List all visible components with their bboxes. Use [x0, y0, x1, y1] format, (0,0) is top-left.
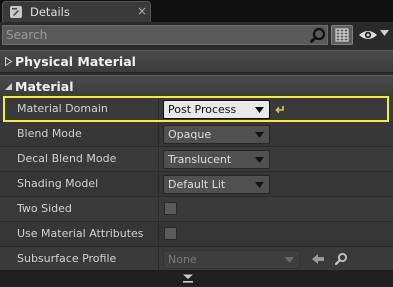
property-row-decal-blend-mode: Decal Blend Mode Translucent: [0, 147, 393, 172]
search-input[interactable]: Search: [2, 25, 328, 45]
details-icon: [10, 6, 22, 18]
combo-value: Default Lit: [168, 178, 226, 191]
chevron-down-icon: [255, 182, 264, 188]
decal-blend-mode-combo[interactable]: Translucent: [163, 150, 270, 169]
collapse-arrow-icon: [5, 83, 12, 90]
column-divider[interactable]: [158, 97, 159, 122]
subsurface-profile-picker[interactable]: None: [163, 250, 300, 269]
column-divider[interactable]: [158, 147, 159, 172]
chevron-down-icon: [255, 132, 264, 138]
column-divider[interactable]: [158, 172, 159, 197]
use-selected-arrow-icon[interactable]: [311, 253, 325, 265]
category-physical-material[interactable]: Physical Material: [0, 50, 393, 73]
tab-label: Details: [30, 5, 70, 19]
column-divider[interactable]: [158, 222, 159, 247]
search-row: Search: [0, 22, 393, 48]
property-label: Shading Model: [17, 177, 99, 190]
property-row-subsurface-profile: Subsurface Profile None: [0, 247, 393, 272]
two-sided-checkbox[interactable]: [164, 202, 177, 215]
tab-bar: Details ×: [0, 0, 393, 22]
column-divider[interactable]: [158, 247, 159, 272]
property-row-two-sided: Two Sided: [0, 197, 393, 222]
property-label: Use Material Attributes: [17, 227, 144, 240]
chevron-down-icon[interactable]: [380, 30, 389, 37]
chevron-down-icon: [255, 157, 264, 163]
chevron-down-icon: [255, 107, 264, 113]
property-row-use-material-attributes: Use Material Attributes: [0, 222, 393, 247]
tab-details[interactable]: Details ×: [2, 1, 151, 22]
category-label: Physical Material: [15, 54, 136, 69]
combo-value: Post Process: [168, 103, 237, 116]
browse-search-icon[interactable]: [334, 252, 348, 266]
property-label: Two Sided: [17, 202, 72, 215]
category-label: Material: [15, 79, 74, 94]
close-icon[interactable]: ×: [137, 4, 147, 18]
material-domain-combo[interactable]: Post Process: [163, 100, 270, 119]
property-label: Material Domain: [17, 102, 108, 115]
use-material-attributes-checkbox[interactable]: [164, 227, 177, 240]
property-matrix-button[interactable]: [331, 25, 353, 45]
property-label: Blend Mode: [17, 127, 82, 140]
combo-value: Opaque: [168, 128, 212, 141]
expand-arrow-icon: [5, 57, 13, 66]
property-row-blend-mode: Blend Mode Opaque: [0, 122, 393, 147]
property-row-material-domain: Material Domain Post Process: [0, 97, 393, 122]
search-icon[interactable]: [309, 27, 327, 44]
category-material[interactable]: Material: [0, 75, 393, 98]
shading-model-combo[interactable]: Default Lit: [163, 175, 270, 194]
property-matrix-icon: [335, 28, 349, 42]
blend-mode-combo[interactable]: Opaque: [163, 125, 270, 144]
show-advanced-icon[interactable]: [182, 274, 194, 284]
advanced-footer[interactable]: [0, 270, 393, 287]
property-row-shading-model: Shading Model Default Lit: [0, 172, 393, 197]
column-divider[interactable]: [158, 122, 159, 147]
chevron-down-icon: [285, 257, 294, 263]
view-options-icon[interactable]: [358, 27, 378, 43]
combo-value: None: [168, 253, 197, 266]
column-divider[interactable]: [158, 197, 159, 222]
property-label: Decal Blend Mode: [17, 152, 117, 165]
reset-to-default-icon[interactable]: [274, 103, 286, 115]
property-label: Subsurface Profile: [17, 252, 117, 265]
combo-value: Translucent: [168, 153, 232, 166]
search-placeholder: Search: [6, 28, 48, 42]
